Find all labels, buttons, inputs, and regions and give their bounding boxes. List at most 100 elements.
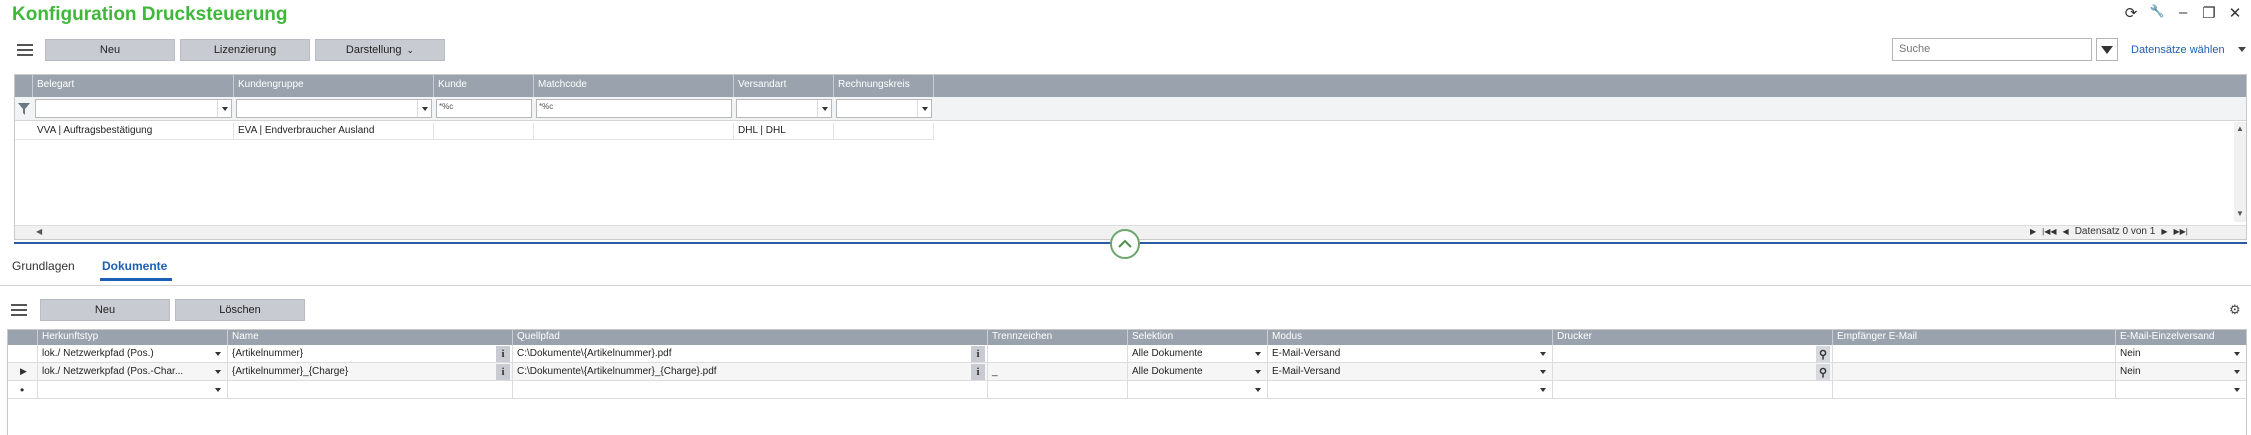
doc-hamburger-menu-icon[interactable] — [8, 300, 30, 320]
cell-matchcode[interactable] — [534, 123, 734, 139]
dropdown-icon[interactable] — [2230, 346, 2244, 362]
row-indicator[interactable] — [8, 345, 38, 363]
cell-name[interactable]: {Artikelnummer} i — [228, 345, 513, 363]
dropdown-icon[interactable] — [1251, 346, 1265, 362]
prev-page-icon[interactable]: ◀ — [2063, 227, 2069, 236]
dropdown-icon[interactable] — [1536, 382, 1550, 398]
next-page-icon[interactable]: ▶ — [2161, 227, 2167, 236]
cell-empfaenger[interactable] — [1833, 363, 2116, 381]
cell-belegart[interactable]: VVA | Auftragsbestätigung — [33, 123, 234, 139]
refresh-icon[interactable]: ⟳ — [2123, 4, 2139, 22]
cell-drucker[interactable]: ⚲ — [1553, 363, 1833, 381]
cell-drucker[interactable]: ⚲ — [1553, 345, 1833, 363]
scroll-left-icon[interactable]: ◀ — [36, 227, 42, 236]
first-page-icon[interactable]: |◀◀ — [2042, 227, 2056, 236]
cell-herkunftstyp[interactable]: lok./ Netzwerkpfad (Pos.-Char... — [38, 363, 228, 381]
col-header-einzelversand[interactable]: E-Mail-Einzelversand — [2116, 330, 2246, 345]
doc-delete-button[interactable]: Löschen — [175, 299, 305, 321]
cell-kunde[interactable] — [434, 123, 534, 139]
search-icon[interactable]: ⚲ — [1816, 364, 1830, 380]
scroll-down-icon[interactable]: ▼ — [2236, 209, 2244, 218]
col-header-belegart[interactable]: Belegart — [33, 75, 234, 97]
col-header-selektion[interactable]: Selektion — [1128, 330, 1268, 345]
dropdown-icon[interactable] — [211, 346, 225, 362]
cell-trennzeichen[interactable]: _ — [988, 363, 1128, 381]
new-cell-trennzeichen[interactable] — [988, 381, 1128, 399]
cell-herkunftstyp[interactable]: lok./ Netzwerkpfad (Pos.) — [38, 345, 228, 363]
new-cell-quellpfad[interactable] — [513, 381, 988, 399]
close-icon[interactable]: ✕ — [2227, 4, 2243, 22]
dropdown-icon[interactable] — [2230, 364, 2244, 380]
cell-versandart[interactable]: DHL | DHL — [734, 123, 834, 139]
dropdown-icon[interactable] — [1536, 346, 1550, 362]
dropdown-icon[interactable] — [1251, 382, 1265, 398]
filter-icon[interactable] — [2096, 38, 2118, 61]
col-header-matchcode[interactable]: Matchcode — [534, 75, 734, 97]
filter-matchcode[interactable]: *%c — [536, 99, 732, 118]
restore-icon[interactable]: ❐ — [2201, 4, 2217, 22]
new-cell-einzelversand[interactable] — [2116, 381, 2246, 399]
cell-kundengruppe[interactable]: EVA | Endverbraucher Ausland — [234, 123, 434, 139]
info-icon[interactable]: i — [496, 346, 510, 362]
cell-empfaenger[interactable] — [1833, 345, 2116, 363]
hamburger-menu-icon[interactable] — [14, 40, 36, 60]
caret-down-icon[interactable] — [2238, 47, 2246, 52]
cell-einzelversand[interactable]: Nein — [2116, 345, 2246, 363]
doc-new-button[interactable]: Neu — [40, 299, 170, 321]
license-button[interactable]: Lizenzierung — [180, 39, 310, 61]
new-button[interactable]: Neu — [45, 39, 175, 61]
view-button[interactable]: Darstellung ⌄ — [315, 39, 445, 61]
search-input[interactable]: Suche — [1892, 38, 2092, 61]
col-header-kunde[interactable]: Kunde — [434, 75, 534, 97]
new-cell-drucker[interactable] — [1553, 381, 1833, 399]
dropdown-icon[interactable] — [2230, 382, 2244, 398]
last-page-icon[interactable]: ▶▶| — [2173, 227, 2187, 236]
col-header-drucker[interactable]: Drucker — [1553, 330, 1833, 345]
select-records-link[interactable]: Datensätze wählen — [2131, 44, 2225, 56]
dropdown-icon[interactable] — [211, 382, 225, 398]
cell-rechnungskreis[interactable] — [834, 123, 934, 139]
minimize-icon[interactable]: – — [2175, 4, 2191, 22]
cell-trennzeichen[interactable] — [988, 345, 1128, 363]
collapse-icon[interactable] — [1110, 229, 1140, 259]
search-icon[interactable]: ⚲ — [1816, 346, 1830, 362]
col-header-kundengruppe[interactable]: Kundengruppe — [234, 75, 434, 97]
col-header-versandart[interactable]: Versandart — [734, 75, 834, 97]
cell-quellpfad[interactable]: C:\Dokumente\{Artikelnummer}_{Charge}.pd… — [513, 363, 988, 381]
cell-selektion[interactable]: Alle Dokumente — [1128, 345, 1268, 363]
col-header-rechnungskreis[interactable]: Rechnungskreis — [834, 75, 934, 97]
pager-right-icon[interactable]: ▶ — [2030, 227, 2036, 236]
col-header-herkunftstyp[interactable]: Herkunftstyp — [38, 330, 228, 345]
cell-modus[interactable]: E-Mail-Versand — [1268, 345, 1553, 363]
new-cell-herkunftstyp[interactable] — [38, 381, 228, 399]
tab-dokumente[interactable]: Dokumente — [102, 259, 167, 273]
filter-kundengruppe[interactable] — [236, 99, 432, 118]
col-header-empfaenger[interactable]: Empfänger E-Mail — [1833, 330, 2116, 345]
cell-einzelversand[interactable]: Nein — [2116, 363, 2246, 381]
new-cell-empfaenger[interactable] — [1833, 381, 2116, 399]
cell-modus[interactable]: E-Mail-Versand — [1268, 363, 1553, 381]
col-header-name[interactable]: Name — [228, 330, 513, 345]
new-cell-modus[interactable] — [1268, 381, 1553, 399]
gear-icon[interactable]: ⚙ — [2229, 302, 2241, 318]
vertical-scrollbar[interactable] — [2234, 122, 2246, 222]
row-indicator[interactable]: ▶ — [8, 363, 38, 381]
dropdown-icon[interactable] — [1251, 364, 1265, 380]
wrench-icon[interactable]: 🔧 — [2149, 4, 2165, 22]
dropdown-icon[interactable] — [211, 364, 225, 380]
filter-rechnungskreis[interactable] — [836, 99, 932, 118]
new-cell-selektion[interactable] — [1128, 381, 1268, 399]
tab-grundlagen[interactable]: Grundlagen — [12, 259, 75, 273]
filter-versandart[interactable] — [736, 99, 832, 118]
info-icon[interactable]: i — [971, 346, 985, 362]
filter-kunde[interactable]: *%c — [436, 99, 532, 118]
filter-belegart[interactable] — [35, 99, 232, 118]
info-icon[interactable]: i — [496, 364, 510, 380]
cell-quellpfad[interactable]: C:\Dokumente\{Artikelnummer}.pdf i — [513, 345, 988, 363]
cell-name[interactable]: {Artikelnummer}_{Charge} i — [228, 363, 513, 381]
col-header-modus[interactable]: Modus — [1268, 330, 1553, 345]
info-icon[interactable]: i — [971, 364, 985, 380]
new-row-indicator[interactable]: • — [8, 381, 38, 399]
dropdown-icon[interactable] — [1536, 364, 1550, 380]
scroll-up-icon[interactable]: ▲ — [2236, 124, 2244, 133]
